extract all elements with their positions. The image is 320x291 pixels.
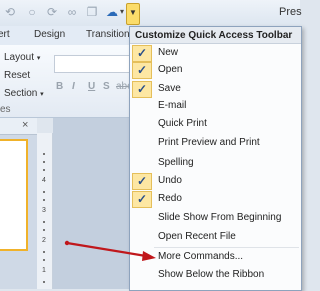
shadow-button[interactable]: S xyxy=(103,81,110,92)
menu-item-e-mail[interactable]: E-mail xyxy=(130,98,301,115)
chevron-down-icon: ▾ xyxy=(36,55,41,62)
menu-item-save[interactable]: ✓ Save xyxy=(130,81,301,98)
menu-item-slide-show-from-beginning[interactable]: Slide Show From Beginning xyxy=(130,210,301,227)
ruler-tick xyxy=(43,221,45,223)
ruler-number: 3 xyxy=(42,207,46,214)
ruler-number: 4 xyxy=(42,177,46,184)
menu-item-redo[interactable]: ✓ Redo xyxy=(130,191,301,208)
bold-button[interactable]: B xyxy=(56,81,63,92)
menu-item-more-commands[interactable]: More Commands... xyxy=(130,249,301,266)
ruler-tick xyxy=(43,229,45,231)
checkmark-icon: ✓ xyxy=(132,191,152,208)
ruler-tick xyxy=(43,169,45,171)
circle-icon[interactable]: ○ xyxy=(24,4,40,20)
ruler-tick xyxy=(43,259,45,261)
chevron-down-icon: ▾ xyxy=(40,91,44,98)
italic-button[interactable]: I xyxy=(72,81,75,92)
menu-item-label: Print Preview and Print xyxy=(158,137,260,148)
menu-item-label: New xyxy=(158,47,179,58)
quick-access-toolbar: ⟲ ○ ⟳ ∞ ❐ ☁ ▾ xyxy=(0,0,300,26)
tab-insert[interactable]: ert xyxy=(0,29,10,40)
redo-icon[interactable]: ⟳ xyxy=(44,4,60,20)
link-icon[interactable]: ∞ xyxy=(64,4,80,20)
layout-label: Layout xyxy=(4,52,35,63)
section-button[interactable]: Section ▾ xyxy=(4,88,44,99)
copy-icon[interactable]: ❐ xyxy=(84,4,100,20)
ruler-tick xyxy=(43,199,45,201)
slides-panel-header xyxy=(0,118,37,135)
menu-item-print-preview-and-print[interactable]: Print Preview and Print xyxy=(130,135,301,152)
menu-item-label: Quick Print xyxy=(158,118,207,129)
menu-item-undo[interactable]: ✓ Undo xyxy=(130,173,301,190)
ruler-number: 2 xyxy=(42,237,46,244)
checkmark-icon: ✓ xyxy=(132,45,152,62)
ruler-tick xyxy=(43,153,45,155)
menu-item-label: E-mail xyxy=(158,100,187,111)
menu-item-label: More Commands... xyxy=(158,251,244,262)
menu-item-label: Redo xyxy=(158,193,182,204)
menu-item-quick-print[interactable]: Quick Print xyxy=(130,116,301,133)
menu-item-spelling[interactable]: Spelling xyxy=(130,155,301,172)
menu-item-label: Show Below the Ribbon xyxy=(158,269,265,280)
menu-item-open[interactable]: ✓ Open xyxy=(130,62,301,79)
reset-button[interactable]: Reset xyxy=(4,70,30,81)
close-icon[interactable]: × xyxy=(22,119,28,131)
menu-item-label: Save xyxy=(158,83,181,94)
group-label: es xyxy=(0,104,11,115)
underline-button[interactable]: U xyxy=(88,81,95,92)
ruler-tick xyxy=(43,251,45,253)
checkmark-icon: ✓ xyxy=(132,62,152,79)
ruler-tick xyxy=(43,281,45,283)
menu-title: Customize Quick Access Toolbar xyxy=(130,27,301,44)
menu-item-label: Slide Show From Beginning xyxy=(158,212,282,223)
undo-icon[interactable]: ⟲ xyxy=(2,4,18,20)
window-title: Pres xyxy=(279,6,302,18)
tab-transitions[interactable]: Transition xyxy=(86,29,130,40)
menu-item-label: Open xyxy=(158,64,183,75)
checkmark-icon: ✓ xyxy=(132,173,152,190)
customize-qat-menu: Customize Quick Access Toolbar ✓ New ✓ Open… xyxy=(129,26,302,291)
menu-item-label: Open Recent File xyxy=(158,231,236,242)
checkmark-icon: ✓ xyxy=(132,81,152,98)
menu-item-show-below-the-ribbon[interactable]: Show Below the Ribbon xyxy=(130,267,301,284)
ruler-tick xyxy=(43,191,45,193)
vertical-ruler: 4 3 2 1 xyxy=(37,133,53,289)
tab-design[interactable]: Design xyxy=(34,29,65,40)
menu-item-label: Undo xyxy=(158,175,182,186)
font-name-box[interactable] xyxy=(54,55,134,73)
menu-item-new[interactable]: ✓ New xyxy=(130,45,301,62)
layout-button[interactable]: Layout ▾ xyxy=(4,52,40,63)
menu-item-open-recent-file[interactable]: Open Recent File xyxy=(130,229,301,246)
ruler-number: 1 xyxy=(42,267,46,274)
menu-item-label: Spelling xyxy=(158,157,194,168)
ruler-tick xyxy=(43,161,45,163)
menu-separator xyxy=(154,247,299,248)
slide-thumbnail[interactable] xyxy=(0,139,28,251)
section-label: Section xyxy=(4,88,38,99)
chevron-down-icon: ▼ xyxy=(129,8,137,17)
customize-qat-button[interactable]: ▼ xyxy=(126,3,140,25)
